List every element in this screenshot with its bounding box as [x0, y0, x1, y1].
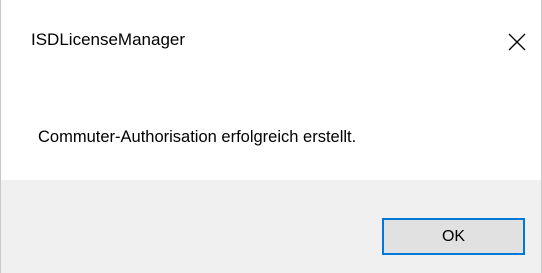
dialog-content: Commuter-Authorisation erfolgreich erste…	[1, 90, 541, 180]
message-text: Commuter-Authorisation erfolgreich erste…	[38, 128, 357, 146]
close-button[interactable]	[497, 22, 537, 62]
message-dialog: ISDLicenseManager Commuter-Authorisation…	[0, 0, 542, 273]
ok-button-label: OK	[441, 227, 466, 245]
window-title: ISDLicenseManager	[31, 30, 186, 49]
close-icon	[508, 33, 526, 51]
button-bar: OK	[1, 180, 541, 273]
title-bar[interactable]: ISDLicenseManager	[1, 0, 541, 90]
ok-button[interactable]: OK	[382, 218, 525, 255]
